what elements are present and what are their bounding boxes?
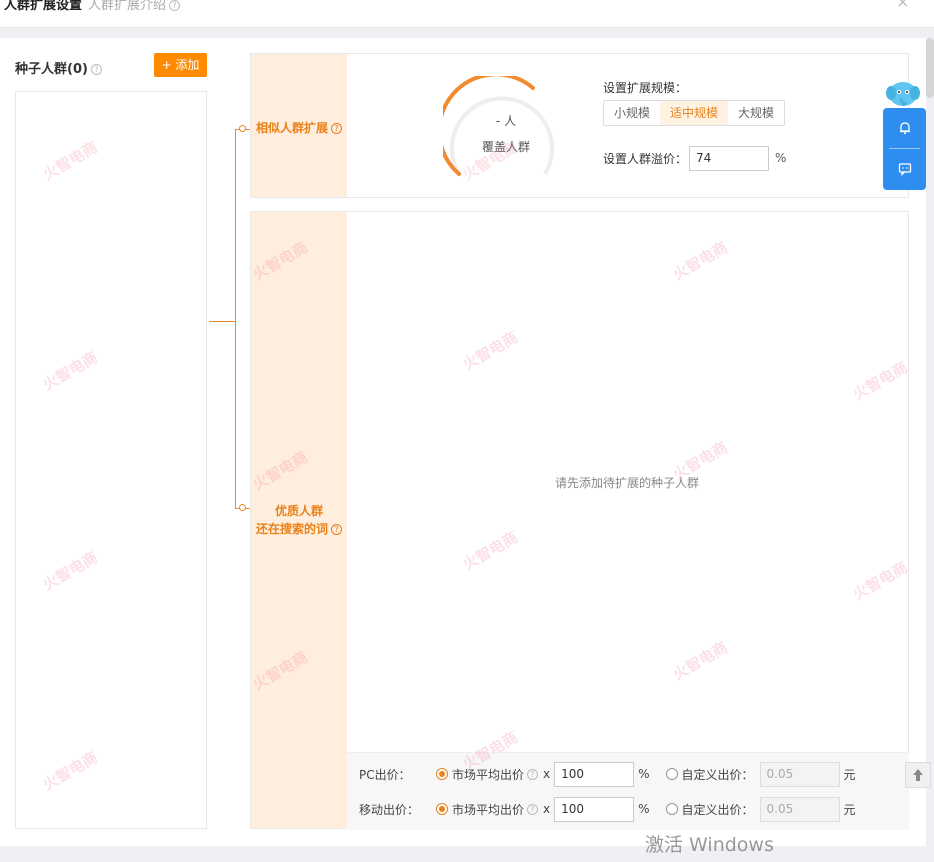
dialog-body: 种子人群(0)? + 添加 相似人群扩展? - 人 覆盖人群 设置扩展规模： 小… — [0, 38, 934, 846]
scrollbar-thumb[interactable] — [926, 38, 934, 98]
gauge-caption: 覆盖人群 — [481, 140, 530, 154]
chat-button[interactable] — [883, 149, 926, 189]
market-avg-label: 市场平均出价 — [452, 802, 525, 817]
percent-sign: % — [638, 767, 650, 781]
custom-bid-label: 自定义出价： — [681, 802, 754, 817]
bell-icon — [899, 122, 910, 135]
seed-group-title-text: 种子人群(0) — [15, 62, 88, 77]
mobile-bid-label: 移动出价： — [359, 802, 420, 817]
help-icon[interactable]: ? — [527, 768, 539, 780]
arrow-up-icon — [913, 769, 923, 781]
dialog-title: 人群扩展设置 — [4, 0, 83, 13]
seed-group-title: 种子人群(0)? — [15, 58, 102, 77]
seed-list — [15, 91, 207, 829]
scale-selector: 小规模 适中规模 大规模 — [603, 100, 786, 126]
premium-row: 设置人群溢价： 74 % — [603, 145, 786, 171]
scale-option-medium[interactable]: 适中规模 — [660, 101, 729, 125]
help-icon: ? — [169, 0, 181, 11]
pc-custom-radio[interactable] — [665, 768, 678, 780]
quality-label-line2: 还在搜索的词 — [255, 522, 328, 536]
tree-connector — [235, 129, 236, 509]
scale-title: 设置扩展规模： — [603, 81, 688, 95]
market-avg-label: 市场平均出价 — [452, 767, 525, 782]
gauge-count: - 人 — [495, 114, 517, 128]
mobile-custom-radio[interactable] — [665, 803, 678, 815]
bid-settings: PC出价： 市场平均出价 ? x 100 % 自定义出价： 0.05 元 移动出… — [347, 752, 909, 830]
os-activation-watermark: 激活 Windows — [645, 834, 774, 856]
quality-crowd-card: 优质人群 还在搜索的词? 请先添加待扩展的种子人群 PC出价： 市场平均出价 ?… — [250, 211, 909, 830]
percent-sign: % — [638, 802, 650, 816]
premium-input[interactable]: 74 — [689, 145, 770, 171]
custom-bid-label: 自定义出价： — [681, 767, 754, 782]
coverage-gauge — [443, 76, 554, 176]
similar-crowd-label: 相似人群扩展? — [251, 54, 347, 197]
tree-connector — [209, 321, 236, 322]
scroll-to-top-button[interactable] — [905, 762, 931, 788]
similar-crowd-label-text: 相似人群扩展 — [255, 121, 328, 135]
help-icon[interactable]: ? — [331, 524, 342, 535]
help-link[interactable]: 人群扩展介绍? — [88, 0, 181, 13]
chat-icon — [898, 163, 911, 177]
pc-bid-percent-input[interactable]: 100 — [554, 761, 635, 787]
side-widget — [883, 108, 926, 190]
pc-custom-bid-input[interactable]: 0.05 — [759, 761, 840, 787]
help-icon[interactable]: ? — [90, 64, 102, 75]
close-button[interactable]: × — [896, 0, 909, 11]
yuan-unit: 元 — [843, 767, 856, 782]
tree-node-dot — [239, 125, 246, 132]
help-link-label: 人群扩展介绍 — [88, 0, 167, 13]
multiplier-sign: x — [543, 767, 551, 781]
mobile-custom-bid-input[interactable]: 0.05 — [759, 796, 840, 822]
pc-bid-label: PC出价： — [359, 767, 411, 782]
notification-button[interactable] — [883, 108, 926, 148]
tree-node-dot — [239, 504, 246, 511]
pc-market-avg-radio[interactable] — [436, 768, 448, 780]
mascot-icon — [886, 82, 920, 106]
scale-option-large[interactable]: 大规模 — [728, 101, 784, 125]
help-icon[interactable]: ? — [527, 803, 539, 815]
premium-unit: % — [775, 151, 787, 165]
dialog-header: 人群扩展设置 人群扩展介绍? × — [0, 0, 934, 28]
add-seed-button[interactable]: + 添加 — [154, 53, 207, 77]
similar-crowd-card: 相似人群扩展? - 人 覆盖人群 设置扩展规模： 小规模 适中规模 大规模 设置… — [250, 53, 909, 198]
help-icon[interactable]: ? — [331, 123, 342, 134]
premium-label: 设置人群溢价： — [603, 151, 688, 166]
scale-option-small[interactable]: 小规模 — [604, 101, 660, 125]
quality-crowd-label: 优质人群 还在搜索的词? — [251, 212, 347, 828]
mobile-bid-row: 移动出价： 市场平均出价 ? x 100 % 自定义出价： 0.05 元 — [359, 796, 856, 822]
yuan-unit: 元 — [843, 802, 856, 817]
quality-label-line1: 优质人群 — [274, 504, 323, 518]
multiplier-sign: x — [543, 802, 551, 816]
pc-bid-row: PC出价： 市场平均出价 ? x 100 % 自定义出价： 0.05 元 — [359, 761, 856, 787]
empty-message: 请先添加待扩展的种子人群 — [554, 476, 699, 490]
mobile-market-avg-radio[interactable] — [436, 803, 448, 815]
mobile-bid-percent-input[interactable]: 100 — [554, 796, 635, 822]
